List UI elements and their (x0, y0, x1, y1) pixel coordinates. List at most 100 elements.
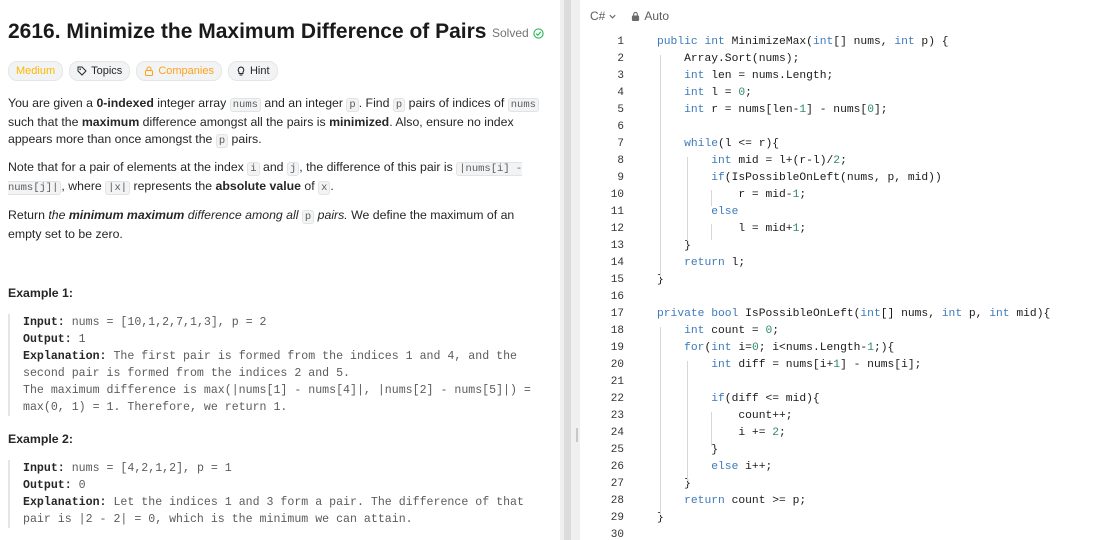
code-line[interactable] (657, 527, 1050, 540)
companies-button[interactable]: Companies (136, 61, 222, 81)
line-number-gutter: 1 2 3 4 5 6 7 8 9 10 11 12 13 14 15 16 17 18 19 20 21 22 23 24 2… (580, 34, 624, 540)
code-line[interactable]: } (657, 442, 1050, 459)
line-number: 17 (610, 308, 624, 320)
line-number: 9 (617, 172, 624, 184)
code-line[interactable]: i += 2; (657, 425, 1050, 442)
code-line[interactable]: } (657, 476, 1050, 493)
indent-guide (711, 190, 712, 206)
example-2-block: Input: nums = [4,2,1,2], p = 1 Output: 0… (8, 460, 560, 528)
code-editor-panel: C# Auto 1 2 3 4 5 6 7 8 9 10 11 12 13 14 15 16 17 18 19 20 2… (580, 0, 1094, 540)
code-line[interactable]: Array.Sort(nums); (657, 51, 1050, 68)
difficulty-label: Medium (16, 65, 56, 77)
line-number: 10 (610, 189, 624, 201)
language-selector[interactable]: C# (590, 9, 617, 23)
topics-button[interactable]: Topics (69, 61, 131, 81)
panel-resizer[interactable] (560, 0, 580, 540)
code-line[interactable]: return count >= p; (657, 493, 1050, 510)
code-line[interactable]: int count = 0; (657, 323, 1050, 340)
solved-label: Solved (492, 26, 529, 40)
line-number: 1 (617, 36, 624, 48)
hint-label: Hint (249, 65, 270, 77)
line-number: 12 (610, 223, 624, 235)
code-line[interactable]: } (657, 272, 1050, 289)
problem-description-panel: 2616. Minimize the Maximum Difference of… (0, 0, 560, 540)
indent-guide (711, 224, 712, 240)
line-number: 2 (617, 53, 624, 65)
code-line[interactable]: while(l <= r){ (657, 136, 1050, 153)
code-line[interactable]: if(IsPossibleOnLeft(nums, p, mid)) (657, 170, 1050, 187)
line-number: 30 (610, 529, 624, 540)
line-number: 22 (610, 393, 624, 405)
indent-guide (687, 157, 688, 241)
code-line[interactable] (657, 374, 1050, 391)
check-circle-icon (533, 27, 544, 39)
code-line[interactable]: } (657, 510, 1050, 527)
line-number: 25 (610, 444, 624, 456)
editor-toolbar: C# Auto (580, 0, 1094, 32)
auto-mode-indicator[interactable]: Auto (631, 9, 669, 23)
code-line[interactable]: int diff = nums[i+1] - nums[i]; (657, 357, 1050, 374)
auto-mode-label: Auto (644, 9, 670, 23)
code-line[interactable]: } (657, 238, 1050, 255)
indent-guide (711, 412, 712, 446)
code-line[interactable]: int r = nums[len-1] - nums[0]; (657, 102, 1050, 119)
code-line[interactable]: l = mid+1; (657, 221, 1050, 238)
code-line[interactable]: private bool IsPossibleOnLeft(int[] nums… (657, 306, 1050, 323)
line-number: 11 (610, 206, 624, 218)
code-line[interactable]: for(int i=0; i<nums.Length-1;){ (657, 340, 1050, 357)
difficulty-badge[interactable]: Medium (8, 61, 64, 81)
lock-icon (632, 11, 640, 21)
line-number: 5 (617, 104, 624, 116)
code-line[interactable]: else (657, 204, 1050, 221)
lightbulb-icon (237, 66, 245, 76)
line-number: 16 (610, 291, 624, 303)
topics-label: Topics (91, 65, 123, 77)
tag-row: Medium Topics Companies Hint (8, 61, 278, 81)
line-number: 4 (617, 87, 624, 99)
indent-guide (660, 55, 661, 277)
language-label: C# (590, 9, 606, 23)
line-number: 29 (610, 512, 624, 524)
line-number: 19 (610, 342, 624, 354)
line-number: 26 (610, 461, 624, 473)
line-number: 7 (617, 138, 624, 150)
problem-title: 2616. Minimize the Maximum Difference of… (8, 20, 487, 43)
code-area[interactable]: public int MinimizeMax(int[] nums, int p… (657, 34, 1050, 540)
hint-button[interactable]: Hint (227, 61, 278, 81)
line-number: 8 (617, 155, 624, 167)
code-line[interactable]: return l; (657, 255, 1050, 272)
line-number: 3 (617, 70, 624, 82)
line-number: 13 (610, 240, 624, 252)
line-number: 6 (617, 121, 624, 133)
code-line[interactable] (657, 119, 1050, 136)
indent-guide (687, 361, 688, 481)
chevron-down-icon (609, 14, 616, 19)
example-2-heading: Example 2: (8, 432, 73, 446)
line-number: 18 (610, 325, 624, 337)
line-number: 23 (610, 410, 624, 422)
description-scrollbar[interactable] (564, 0, 571, 540)
line-number: 24 (610, 427, 624, 439)
line-number: 27 (610, 478, 624, 490)
code-line[interactable]: count++; (657, 408, 1050, 425)
code-line[interactable]: int len = nums.Length; (657, 68, 1050, 85)
line-number: 21 (610, 376, 624, 388)
code-line[interactable]: public int MinimizeMax(int[] nums, int p… (657, 34, 1050, 51)
example-1-block: Input: nums = [10,1,2,7,1,3], p = 2 Outp… (8, 314, 560, 416)
description-paragraph-2: Note that for a pair of elements at the … (8, 160, 523, 195)
line-number: 20 (610, 359, 624, 371)
code-line[interactable]: if(diff <= mid){ (657, 391, 1050, 408)
code-line[interactable]: r = mid-1; (657, 187, 1050, 204)
resize-handle[interactable] (576, 428, 578, 442)
solved-status: Solved (492, 26, 544, 40)
code-line[interactable]: int mid = l+(r-l)/2; (657, 153, 1050, 170)
description-paragraph-1: You are given a 0-indexed integer array … (8, 95, 543, 150)
example-1-heading: Example 1: (8, 286, 73, 300)
code-line[interactable] (657, 289, 1050, 306)
lock-icon (145, 66, 154, 76)
code-line[interactable]: else i++; (657, 459, 1050, 476)
companies-label: Companies (158, 65, 214, 77)
line-number: 28 (610, 495, 624, 507)
code-line[interactable]: int l = 0; (657, 85, 1050, 102)
tag-icon (77, 66, 87, 76)
